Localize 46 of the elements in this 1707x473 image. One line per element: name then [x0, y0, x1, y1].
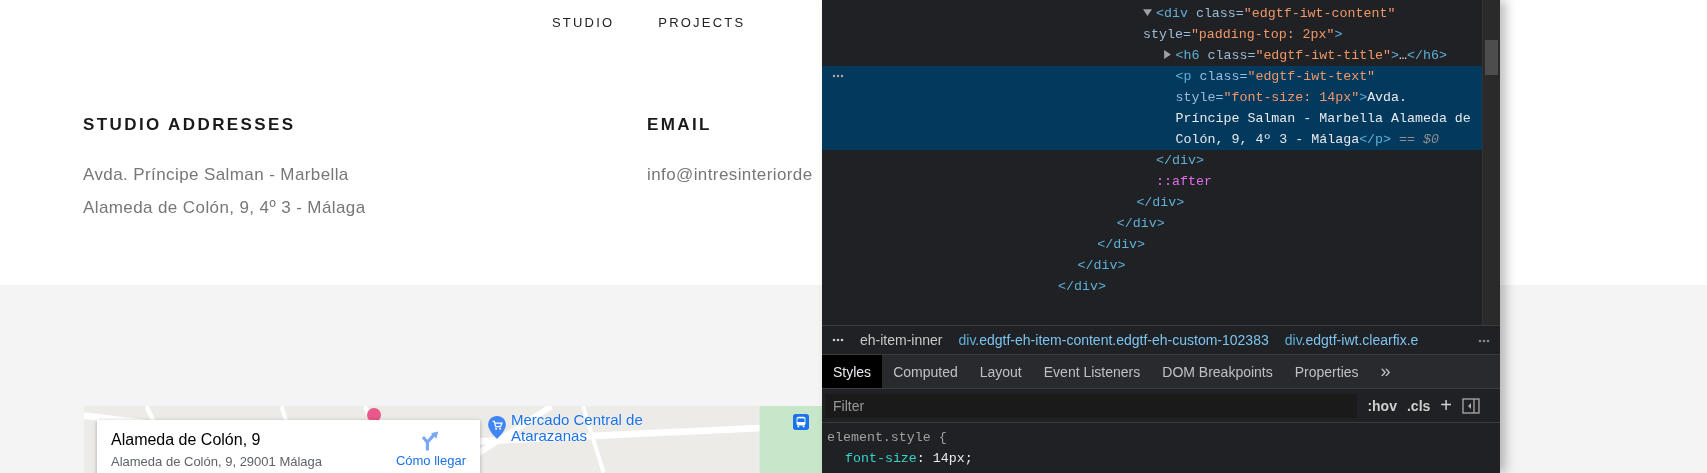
tab[interactable]: Properties [1283, 355, 1370, 389]
sidebar-toggle-icon[interactable] [1462, 397, 1480, 414]
triangle-right-icon[interactable] [1162, 50, 1172, 59]
more-icon[interactable] [832, 338, 844, 343]
map-marker-icon[interactable] [364, 408, 384, 422]
tab[interactable]: Computed [882, 355, 969, 389]
contact-text: Alameda de Colón, 9, 4º 3 - Málaga [83, 197, 366, 219]
filter-field[interactable]: Filter [825, 393, 1358, 418]
style-declaration[interactable]: font-size: 14px; [827, 448, 973, 469]
section-heading: STUDIO ADDRESSES [83, 114, 297, 136]
dom-close-tag[interactable]: </div> [822, 192, 1482, 213]
directions-link[interactable]: Cómo llegar [395, 453, 466, 468]
dom-close-tag[interactable]: </div> [822, 234, 1482, 255]
tab[interactable]: Styles [822, 355, 883, 389]
map-place-label[interactable]: Mercado Central de Atarazanas [511, 412, 661, 444]
tab[interactable]: Layout [968, 355, 1033, 389]
more-tabs-button[interactable]: » [1369, 355, 1402, 389]
scrollbar[interactable] [1482, 0, 1500, 325]
tab[interactable]: DOM Breakpoints [1151, 355, 1284, 389]
place-title: Alameda de Colón, 9 [111, 430, 262, 450]
toolbar-button[interactable]: :hov [1367, 397, 1397, 414]
dom-close-tag[interactable]: </div> [822, 276, 1482, 297]
more-icon[interactable] [832, 74, 844, 78]
triangle-down-icon[interactable] [1143, 8, 1152, 17]
dom-node-line[interactable]: ::after [822, 171, 1482, 192]
dom-close-tag[interactable]: </div> [822, 150, 1482, 171]
dom-close-tag[interactable]: </div> [822, 213, 1482, 234]
breadcrumb-item[interactable]: div.edgtf-eh-item-content.edgtf-eh-custom-102383 [958, 332, 1269, 349]
contact-text: Avda. Príncipe Salman - Marbella [83, 164, 350, 186]
tab[interactable]: Event Listeners [1032, 355, 1152, 389]
breadcrumb-item[interactable]: eh-item-inner [860, 332, 943, 349]
more-icon[interactable] [1478, 338, 1490, 343]
toolbar-button[interactable]: .cls [1406, 397, 1431, 414]
dom-node-line[interactable]: <h6 class="edgtf-iwt-title">…</h6> [822, 45, 1482, 66]
dom-node-line[interactable]: <div class="edgtf-iwt-content" style="padding-top: 2px"> [822, 3, 1482, 45]
nav-link[interactable]: STUDIO [552, 14, 615, 30]
style-rule-selector: element.style { [827, 429, 947, 447]
contact-text: info@intresinteriorde [647, 164, 813, 186]
dom-close-tag[interactable]: </div> [822, 255, 1482, 276]
place-address: Alameda de Colón, 9, 29001 Málaga [111, 454, 323, 469]
shopping-cart-pin-icon[interactable] [488, 416, 506, 439]
breadcrumb-item[interactable]: div.edgtf-iwt.clearfix.e [1284, 332, 1419, 349]
section-heading: EMAIL [647, 114, 713, 136]
bus-icon[interactable] [793, 414, 809, 430]
nav-link[interactable]: PROJECTS [658, 14, 746, 30]
toolbar-button[interactable]: + [1440, 394, 1452, 418]
